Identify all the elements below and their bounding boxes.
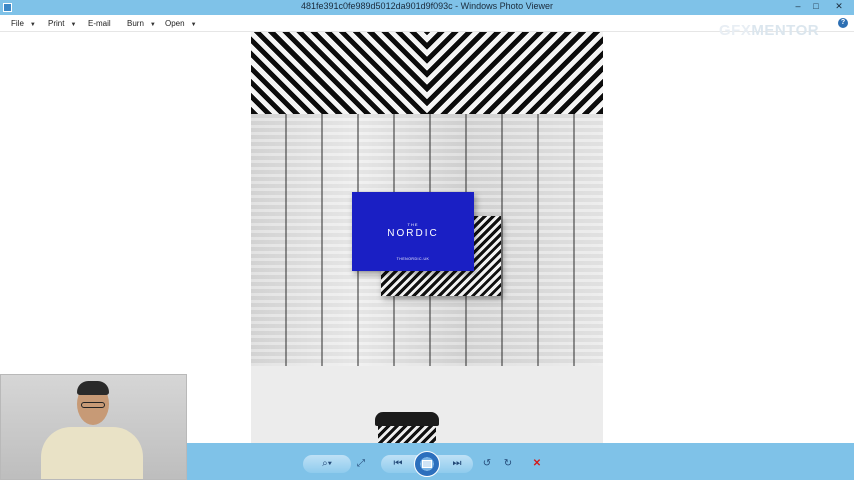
card-small-text: THE [407,222,419,227]
open-menu[interactable]: Open ▼ [165,19,197,28]
chevron-pattern-banner [251,32,603,114]
blue-business-card: THE NORDIC THENORDIC.UK [352,192,474,271]
close-window-button[interactable]: ✕ [826,0,852,14]
presenter-glasses [81,402,105,408]
rotate-counterclockwise-icon[interactable]: ↺ [479,456,495,471]
title-bar: 481fe391c0fe989d5012da901d9f093c - Windo… [0,0,854,15]
presenter-hair [77,381,109,395]
chevron-down-icon: ▼ [70,22,77,28]
displayed-photo: THE NORDIC THENORDIC.UK [251,32,603,443]
card-website: THENORDIC.UK [396,257,430,261]
print-menu-label: Print [48,19,65,28]
chevron-right-half [427,32,603,114]
file-menu[interactable]: File ▼ [11,19,36,28]
zoom-icon[interactable]: ⌕▾ [315,456,339,471]
slideshow-button[interactable] [414,451,440,477]
actual-size-icon[interactable]: ⤢ [353,456,369,471]
previous-icon[interactable]: ⏮ [389,456,407,471]
watermark-part2: MENTOR [751,22,820,39]
watermark-part1: GFX [719,22,752,39]
webcam-overlay [0,374,187,480]
viewer-toolbar: ⌕▾ ⤢ ⏮ ⏭ ↺ ↻ ✕ [187,443,854,480]
slideshow-icon [422,460,432,468]
email-menu[interactable]: E-mail [88,19,111,28]
cup-lid [375,412,439,426]
next-icon[interactable]: ⏭ [448,456,466,471]
gfx-mentor-watermark: GFXMENTOR [719,22,819,39]
burn-menu-label: Burn [127,19,144,28]
minimize-button[interactable]: – [788,0,808,14]
chevron-left-half [251,32,427,114]
email-menu-label: E-mail [88,19,111,28]
cup-body [378,426,436,443]
card-title: NORDIC [387,228,439,239]
burn-menu[interactable]: Burn ▼ [127,19,156,28]
delete-icon[interactable]: ✕ [529,456,545,471]
presenter-torso [41,427,143,479]
chevron-down-icon: ▼ [29,22,36,28]
chevron-down-icon: ▼ [149,22,156,28]
chevron-down-icon: ▼ [190,22,197,28]
help-icon[interactable]: ? [838,18,848,28]
print-menu[interactable]: Print ▼ [48,19,76,28]
maximize-button[interactable]: □ [806,0,826,14]
coffee-cup [375,412,439,443]
file-menu-label: File [11,19,24,28]
window-title: 481fe391c0fe989d5012da901d9f093c - Windo… [300,1,554,11]
rotate-clockwise-icon[interactable]: ↻ [500,456,516,471]
open-menu-label: Open [165,19,185,28]
